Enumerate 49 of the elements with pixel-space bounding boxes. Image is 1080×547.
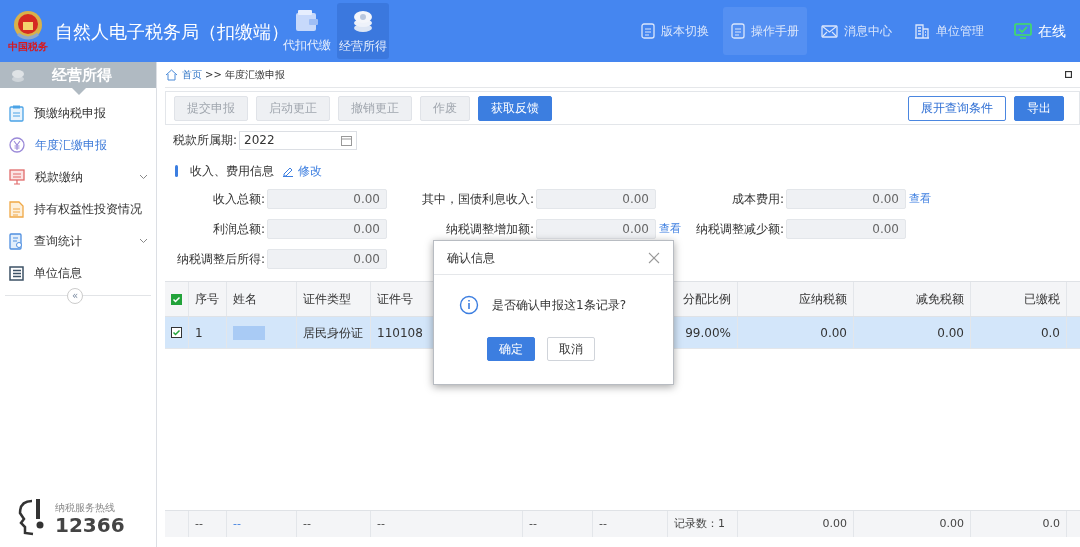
footer-cell-text: 0.00 [822, 515, 847, 532]
table-cell-text: 1 [195, 324, 203, 342]
amount-field: 0.00 [786, 189, 906, 209]
footer-cell-text: -- [599, 515, 607, 532]
breadcrumb-current: 年度汇缴申报 [224, 68, 285, 82]
field-label: 纳税调整增加额: [444, 221, 534, 238]
dialog-message: 是否确认申报这1条记录? [492, 297, 626, 314]
period-label: 税款所属期: [173, 132, 238, 149]
table-cell-text: 110108 [377, 324, 423, 342]
amount-field: 0.00 [536, 189, 656, 209]
column-header: 分配比例 [683, 291, 731, 308]
field-label: 成本费用: [730, 191, 784, 208]
table-cell-text: 0.00 [937, 324, 964, 342]
column-header: 证件号 [377, 291, 413, 308]
field-label: 纳税调整后所得: [175, 251, 265, 268]
sidebar-title: 经营所得 [52, 64, 112, 86]
column-header: 减免税额 [916, 291, 964, 308]
footer-cell-text: -- [529, 515, 537, 532]
field-label: 纳税调整减少额: [694, 221, 784, 238]
amount-field: 0.00 [786, 219, 906, 239]
amount-field: 0.00 [267, 219, 387, 239]
field-label: 收入总额: [211, 191, 265, 208]
table-cell-text: 99.00% [685, 324, 731, 342]
dialog-title: 确认信息 [447, 249, 496, 267]
footer-cell-text: -- [303, 515, 311, 532]
logo-caption: 中国税务 [8, 42, 48, 52]
column-header: 应纳税额 [799, 291, 847, 308]
footer-cell-text: 0.00 [939, 515, 964, 532]
amount-field: 0.00 [267, 249, 387, 269]
amount-field: 0.00 [536, 219, 656, 239]
amount-field: 0.00 [267, 189, 387, 209]
footer-cell-text: -- [195, 515, 203, 532]
table-cell-text: 居民身份证 [303, 324, 363, 342]
app-title: 自然人电子税务局（扣缴端） [55, 19, 281, 42]
column-header: 姓名 [233, 291, 257, 308]
section-title: 收入、费用信息 [190, 163, 274, 180]
footer-cell-text: 0.0 [1042, 515, 1060, 532]
column-header: 证件类型 [303, 291, 351, 308]
field-label: 其中，国债利息收入: [420, 191, 534, 208]
footer-cell-text: -- [377, 515, 385, 532]
table-cell-text: 0.0 [1040, 324, 1060, 342]
breadcrumb-separator: >> [205, 68, 222, 82]
table-cell-text: 0.00 [820, 324, 847, 342]
column-header: 序号 [195, 291, 219, 308]
footer-cell-text: 记录数：1 [674, 515, 725, 532]
hotline-number: 12366 [55, 514, 125, 535]
field-label: 利润总额: [211, 221, 265, 238]
column-header: 已缴税 [1024, 291, 1060, 308]
hotline-label: 纳税服务热线 [55, 500, 116, 515]
